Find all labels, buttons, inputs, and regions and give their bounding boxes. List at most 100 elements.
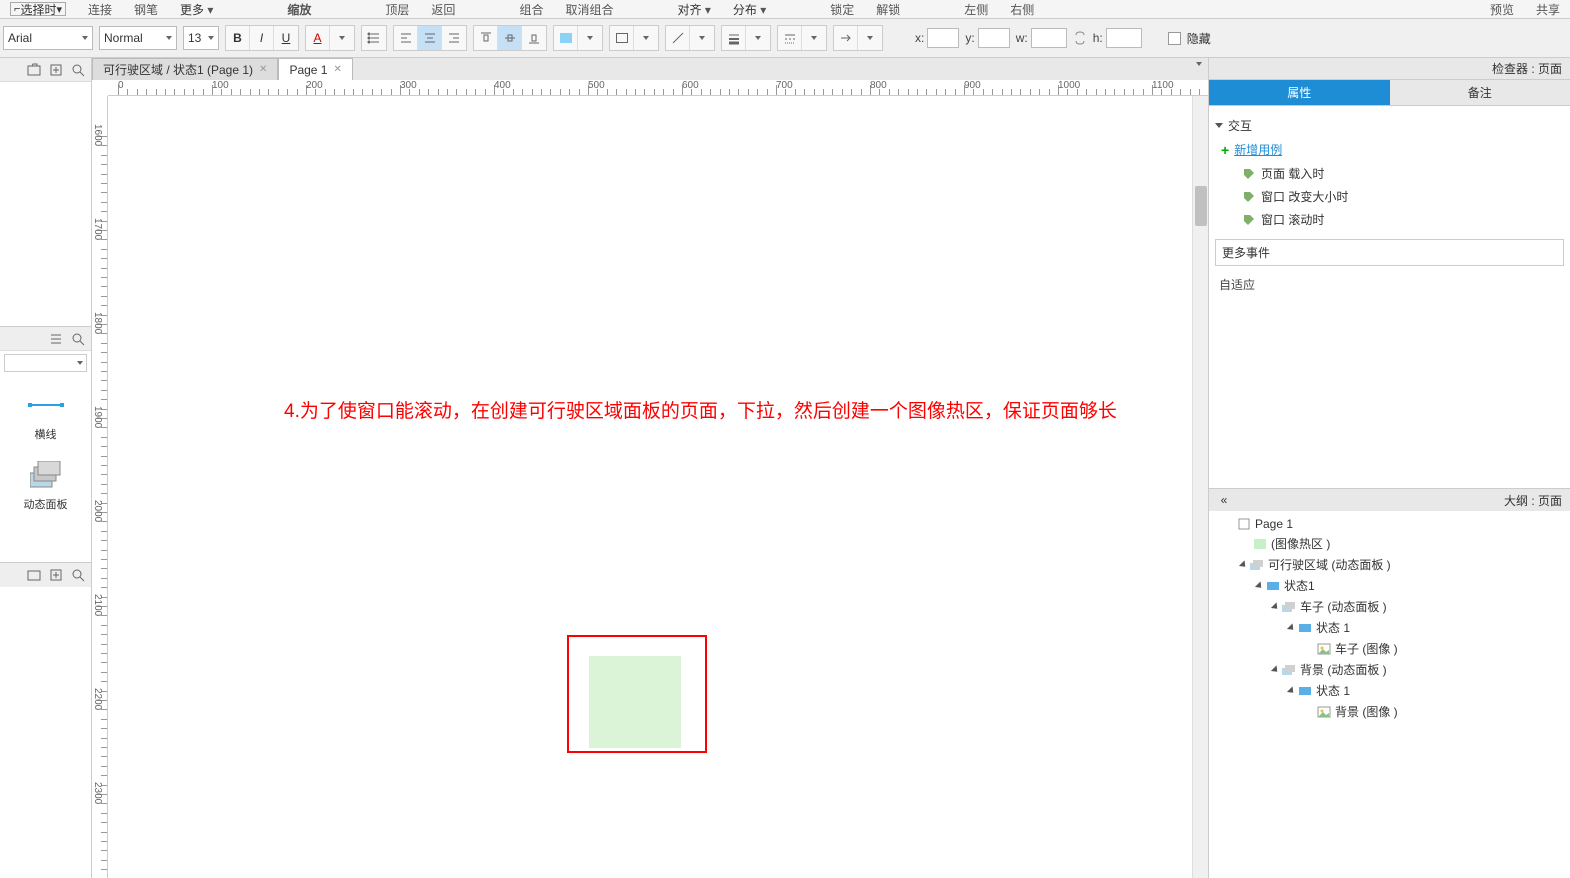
event-window-scroll[interactable]: 窗口 滚动时	[1215, 208, 1564, 231]
panel-search-icon[interactable]	[71, 63, 85, 77]
panel-folder-icon[interactable]	[27, 63, 41, 77]
align-right-button[interactable]	[442, 26, 466, 50]
tb-right[interactable]: 右侧	[1010, 1, 1034, 18]
bullets-button[interactable]	[362, 26, 386, 50]
align-left-button[interactable]	[394, 26, 418, 50]
tree-row[interactable]: (图像热区 )	[1211, 533, 1568, 554]
h-label: h:	[1093, 31, 1103, 45]
w-label: w:	[1016, 31, 1028, 45]
tb-zoom[interactable]: 缩放	[287, 1, 311, 18]
arrow-button[interactable]	[834, 26, 858, 50]
tb-share[interactable]: 共享	[1536, 1, 1560, 18]
y-input[interactable]	[978, 28, 1010, 48]
format-toolbar: Arial Normal 13 B I U A	[0, 18, 1570, 58]
text-color-button[interactable]: A	[306, 26, 330, 50]
canvas-stage[interactable]: 4.为了使窗口能滚动，在创建可行驶区域面板的页面，下拉，然后创建一个图像热区，保…	[108, 96, 1208, 878]
line-width-button[interactable]	[722, 26, 746, 50]
hide-checkbox[interactable]	[1168, 32, 1181, 45]
tree-row[interactable]: Page 1	[1211, 515, 1568, 533]
tb-connect[interactable]: 连接	[88, 1, 112, 18]
line-style-button[interactable]	[778, 26, 802, 50]
font-select[interactable]: Arial	[3, 26, 93, 50]
font-size-select[interactable]: 13	[183, 26, 219, 50]
adaptive-label: 自适应	[1215, 266, 1564, 303]
underline-button[interactable]: U	[274, 26, 298, 50]
master-add-icon[interactable]	[49, 568, 63, 582]
align-center-button[interactable]	[418, 26, 442, 50]
tree-row[interactable]: 背景 (动态面板 )	[1211, 659, 1568, 680]
valign-middle-button[interactable]	[498, 26, 522, 50]
tab-menu-button[interactable]	[1190, 66, 1208, 80]
tb-distribute[interactable]: 分布 ▾	[733, 1, 766, 18]
valign-bottom-button[interactable]	[522, 26, 546, 50]
tb-more[interactable]: 更多 ▾	[180, 1, 213, 18]
border-button[interactable]	[610, 26, 634, 50]
tab-page1[interactable]: Page 1✕	[278, 58, 352, 80]
x-input[interactable]	[927, 28, 959, 48]
tb-preview[interactable]: 预览	[1490, 1, 1514, 18]
tab-notes[interactable]: 备注	[1390, 80, 1570, 106]
lib-dropdown[interactable]	[4, 354, 87, 372]
line-width-dropdown[interactable]	[746, 26, 770, 50]
vertical-scrollbar[interactable]	[1192, 96, 1208, 878]
tb-top[interactable]: 顶层	[385, 1, 409, 18]
select-mode-indicator[interactable]: ⌐ 选择时 ▾	[10, 2, 66, 16]
line-style-dropdown[interactable]	[802, 26, 826, 50]
tree-row[interactable]: 可行驶区域 (动态面板 )	[1211, 554, 1568, 575]
border-dropdown[interactable]	[634, 26, 658, 50]
tb-unlock[interactable]: 解锁	[876, 1, 900, 18]
text-color-dropdown[interactable]	[330, 26, 354, 50]
fill-color-button[interactable]	[554, 26, 578, 50]
master-search-icon[interactable]	[71, 568, 85, 582]
valign-top-button[interactable]	[474, 26, 498, 50]
lib-menu-icon[interactable]	[49, 332, 63, 346]
widget-hr[interactable]: 横线	[0, 390, 91, 442]
font-weight-select[interactable]: Normal	[99, 26, 177, 50]
image-hotspot-fill[interactable]	[589, 656, 681, 748]
hide-label: 隐藏	[1187, 30, 1211, 47]
outline-collapse-icon[interactable]: «	[1217, 493, 1231, 507]
tb-group[interactable]: 组合	[519, 1, 543, 18]
outline-title: 大纲 : 页面	[1504, 492, 1562, 509]
w-input[interactable]	[1031, 28, 1067, 48]
line-color-button[interactable]	[666, 26, 690, 50]
more-events-button[interactable]: 更多事件	[1215, 239, 1564, 266]
horizontal-ruler[interactable]: 010020030040050060070080090010001100	[108, 80, 1208, 96]
tb-align[interactable]: 对齐 ▾	[677, 1, 710, 18]
lock-aspect-icon[interactable]	[1073, 31, 1087, 45]
tree-row[interactable]: 状态 1	[1211, 680, 1568, 701]
tree-row[interactable]: 背景 (图像 )	[1211, 701, 1568, 722]
bold-button[interactable]: B	[226, 26, 250, 50]
tb-pen[interactable]: 钢笔	[134, 1, 158, 18]
interaction-section-header[interactable]: 交互	[1215, 114, 1564, 137]
line-color-dropdown[interactable]	[690, 26, 714, 50]
x-label: x:	[915, 31, 924, 45]
arrow-dropdown[interactable]	[858, 26, 882, 50]
close-icon[interactable]: ✕	[259, 64, 267, 75]
tab-state1[interactable]: 可行驶区域 / 状态1 (Page 1)✕	[92, 58, 278, 80]
lib-search-icon[interactable]	[71, 332, 85, 346]
event-page-load[interactable]: 页面 载入时	[1215, 162, 1564, 185]
h-input[interactable]	[1106, 28, 1142, 48]
tb-left[interactable]: 左侧	[964, 1, 988, 18]
tab-properties[interactable]: 属性	[1209, 80, 1390, 106]
top-toolbar: ⌐ 选择时 ▾ 连接 钢笔 更多 ▾ 缩放 顶层 返回 组合 取消组合 对齐 ▾…	[0, 0, 1570, 18]
fill-color-dropdown[interactable]	[578, 26, 602, 50]
italic-button[interactable]: I	[250, 26, 274, 50]
event-window-resize[interactable]: 窗口 改变大小时	[1215, 185, 1564, 208]
add-case-button[interactable]: +新增用例	[1215, 137, 1564, 162]
tb-ungroup[interactable]: 取消组合	[565, 1, 613, 18]
tree-row[interactable]: 车子 (图像 )	[1211, 638, 1568, 659]
plus-icon: +	[1221, 142, 1229, 158]
document-tabs: 可行驶区域 / 状态1 (Page 1)✕ Page 1✕	[92, 58, 1208, 80]
tree-row[interactable]: 车子 (动态面板 )	[1211, 596, 1568, 617]
vertical-ruler[interactable]: 16001700180019002000210022002300	[92, 96, 108, 878]
tree-row[interactable]: 状态 1	[1211, 617, 1568, 638]
widget-dynamic-panel[interactable]: 动态面板	[0, 460, 91, 512]
tb-back[interactable]: 返回	[431, 1, 455, 18]
master-folder-icon[interactable]	[27, 568, 41, 582]
close-icon[interactable]: ✕	[333, 64, 341, 75]
tb-lock[interactable]: 锁定	[830, 1, 854, 18]
panel-add-icon[interactable]	[49, 63, 63, 77]
tree-row[interactable]: 状态1	[1211, 575, 1568, 596]
